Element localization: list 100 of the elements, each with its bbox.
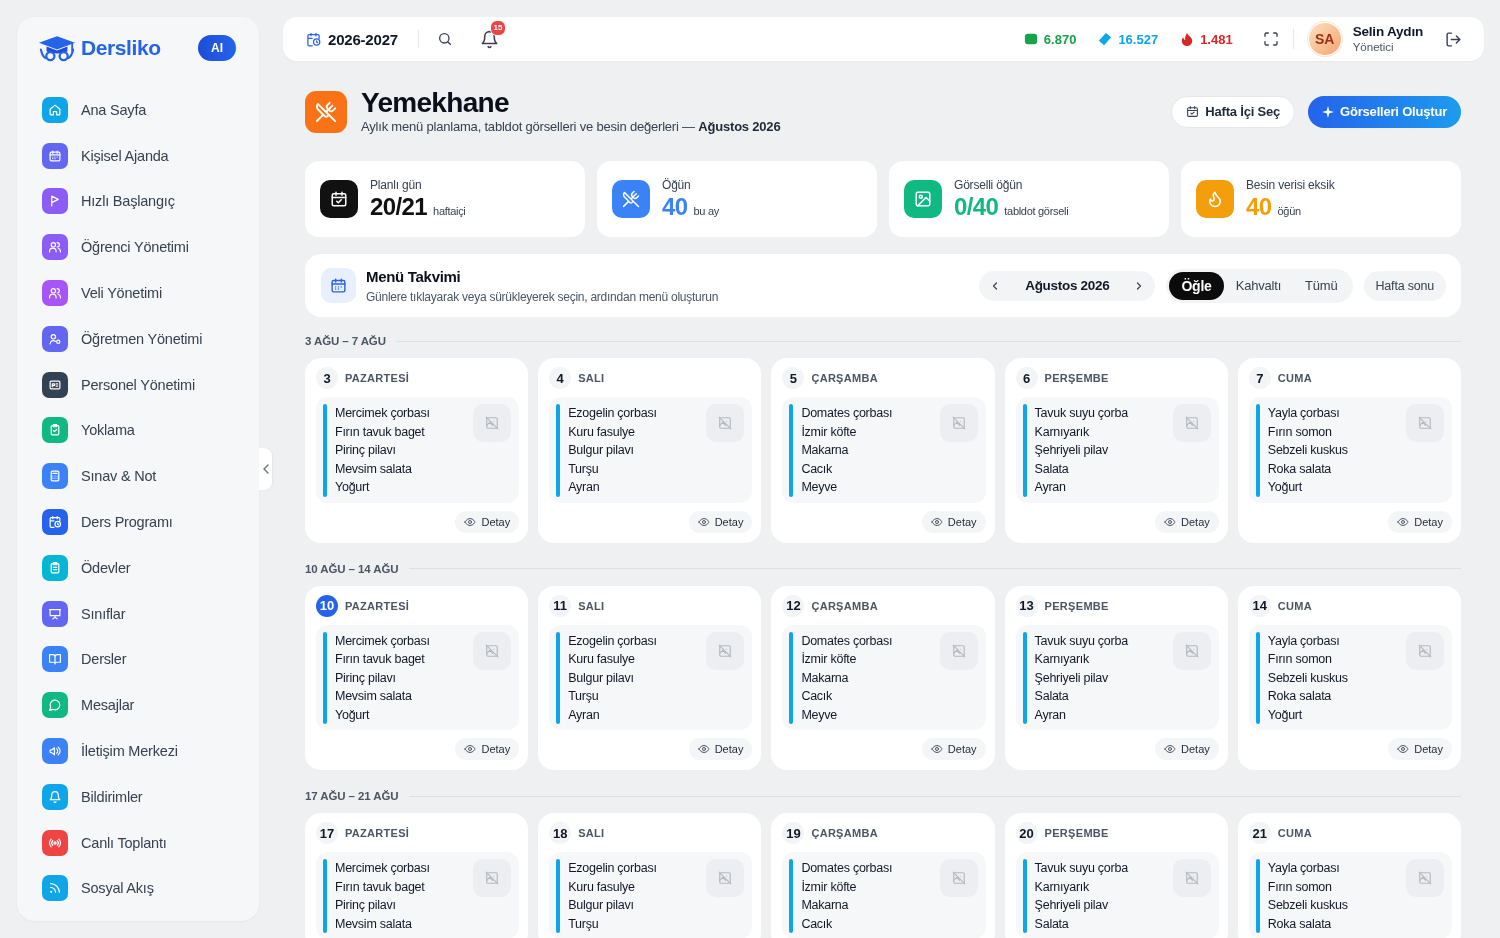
day-card[interactable]: 21 CUMA Yayla çorbası Fırın somon Sebzeli kuskus Roka salata — [1237, 813, 1461, 938]
nav-item[interactable]: Öğretmen Yönetimi — [27, 316, 249, 362]
day-number: 19 — [782, 822, 805, 844]
menu-item: Salata — [1034, 915, 1069, 933]
day-card[interactable]: 18 SALI Ezogelin çorbası Kuru fasulye Bulgur pilavı Turşu — [538, 813, 762, 938]
meal-tab[interactable]: Tümü — [1293, 271, 1350, 300]
nav-item[interactable]: Yoklama — [27, 407, 249, 454]
nav-item[interactable]: Veli Yönetimi — [27, 270, 249, 316]
day-number: 7 — [1248, 367, 1271, 389]
action-button[interactable]: Görselleri Oluştur — [1308, 95, 1461, 128]
eye-icon — [1164, 743, 1177, 755]
school-year-button[interactable]: 2026-2027 — [306, 30, 398, 48]
day-card[interactable]: 11 SALI Ezogelin çorbası Kuru fasulye Bulgur pilavı Turşu Ayran Detay — [538, 585, 762, 770]
nav-item[interactable]: Mesajlar — [27, 682, 249, 729]
day-card[interactable]: 19 ÇARŞAMBA Domates çorbası İzmir köfte Makarna Cacık — [771, 813, 995, 938]
day-name: CUMA — [1277, 599, 1312, 612]
eye-icon — [464, 743, 477, 755]
day-card[interactable]: 14 CUMA Yayla çorbası Fırın somon Sebzeli kuskus Roka salata Yoğurt Detay — [1237, 585, 1461, 770]
menu-item: Mevsim salata — [335, 460, 412, 478]
menu-item: Karnıyarık — [1034, 651, 1090, 668]
sparkle-icon — [1322, 105, 1335, 118]
nav-item[interactable]: Canlı Toplantı — [27, 819, 249, 866]
stat-value: 40 — [662, 193, 688, 220]
no-image-icon — [1406, 631, 1444, 670]
day-card[interactable]: 3 PAZARTESİ Mercimek çorbası Fırın tavuk baget Pirinç pilavı Mevsim salata Yoğurt Detay — [305, 358, 529, 543]
day-number: 12 — [782, 594, 805, 617]
nav-item[interactable]: Öğrenci Yönetimi — [27, 224, 249, 271]
notifications-button[interactable] — [479, 29, 499, 49]
nav-item[interactable]: Ödevler — [27, 544, 249, 591]
menu-item: Karnıyarık — [1034, 878, 1090, 896]
eye-icon — [930, 515, 943, 528]
stat-value: 0/40 — [954, 193, 999, 220]
menu-item: Pirinç pilavı — [335, 442, 396, 459]
detail-button[interactable]: Detay — [1155, 510, 1219, 533]
menu-item: Yoğurt — [335, 479, 370, 496]
ai-button[interactable]: AI — [198, 35, 236, 61]
nav-item[interactable]: Sınıflar — [27, 590, 249, 637]
menu-item: Tavuk suyu çorba — [1034, 860, 1128, 877]
menu-item: Cacık — [801, 460, 833, 478]
nav-item[interactable]: Sosyal Akış — [27, 865, 249, 912]
day-card[interactable]: 12 ÇARŞAMBA Domates çorbası İzmir köfte Makarna Cacık Meyve Detay — [771, 585, 995, 770]
nav-item[interactable]: Hızlı Başlangıç — [27, 178, 249, 225]
detail-button[interactable]: Detay — [688, 738, 753, 760]
nav-item[interactable]: Personel Yönetimi — [27, 361, 249, 408]
search-button[interactable] — [436, 31, 453, 47]
nav-item[interactable]: Kişisel Ajanda — [27, 132, 249, 179]
menu-item: Makarna — [801, 669, 849, 687]
day-card[interactable]: 5 ÇARŞAMBA Domates çorbası İzmir köfte Makarna Cacık Meyve Detay — [771, 358, 995, 543]
day-card[interactable]: 6 PERŞEMBE Tavuk suyu çorba Karnıyarık Şehriyeli pilav Salata Ayran Detay — [1004, 358, 1228, 543]
stat-unit: haftaiçi — [433, 205, 466, 217]
logout-button[interactable] — [1445, 30, 1462, 48]
nav-item[interactable]: Sınav & Not — [27, 453, 249, 500]
no-image-icon — [939, 404, 978, 442]
week-range-label: 10 AĞU – 14 AĞU — [305, 562, 399, 575]
nav-item[interactable]: Ana Sayfa — [27, 87, 249, 133]
detail-button[interactable]: Detay — [921, 510, 986, 533]
day-card[interactable]: 13 PERŞEMBE Tavuk suyu çorba Karnıyarık Şehriyeli pilav Salata Ayran Detay — [1004, 585, 1228, 770]
fullscreen-button[interactable] — [1262, 31, 1279, 47]
calendar-icon — [321, 268, 356, 303]
day-card[interactable]: 7 CUMA Yayla çorbası Fırın somon Sebzeli kuskus Roka salata Yoğurt Detay — [1237, 358, 1461, 543]
bell-icon — [479, 29, 499, 49]
no-image-icon — [473, 404, 512, 442]
nav-item[interactable]: Dersler — [27, 636, 249, 683]
day-card[interactable]: 17 PAZARTESİ Mercimek çorbası Fırın tavuk baget Pirinç pilavı Mevsim salata — [305, 813, 529, 938]
action-button[interactable]: Hafta İçi Seç — [1171, 95, 1296, 128]
menu-item: Makarna — [801, 442, 849, 459]
menu-item: Mevsim salata — [335, 688, 412, 705]
meal-tab[interactable]: Öğle — [1169, 271, 1224, 300]
detail-button[interactable]: Detay — [1388, 738, 1452, 760]
day-number: 13 — [1015, 594, 1038, 617]
weekend-toggle[interactable]: Hafta sonu — [1363, 270, 1446, 301]
day-number: 11 — [549, 594, 572, 617]
stat-label: Öğün — [662, 178, 691, 193]
menu-item: Domates çorbası — [801, 405, 893, 422]
menu-item: Ayran — [1034, 479, 1066, 496]
nav-item[interactable]: Bildirimler — [27, 773, 249, 820]
nav-item[interactable]: İletişim Merkezi — [27, 728, 249, 774]
menu-item: Fırın tavuk baget — [335, 878, 425, 896]
user-avatar[interactable]: SA — [1307, 22, 1342, 56]
day-card[interactable]: 10 PAZARTESİ Mercimek çorbası Fırın tavuk baget Pirinç pilavı Mevsim salata Yoğurt Detay — [305, 585, 529, 770]
user-role: Yönetici — [1352, 40, 1395, 55]
meal-tab[interactable]: Kahvaltı — [1223, 271, 1294, 300]
detail-button[interactable]: Detay — [688, 510, 753, 533]
stat-value: 40 — [1246, 193, 1272, 220]
nav-item[interactable]: Ders Programı — [27, 499, 249, 545]
menu-item: Cacık — [801, 688, 833, 705]
day-number: 10 — [316, 594, 338, 617]
detail-button[interactable]: Detay — [455, 738, 520, 760]
menu-item: Yayla çorbası — [1267, 632, 1340, 650]
menu-item: Kuru fasulye — [568, 423, 635, 441]
detail-button[interactable]: Detay — [1388, 510, 1452, 533]
day-card[interactable]: 4 SALI Ezogelin çorbası Kuru fasulye Bulgur pilavı Turşu Ayran Detay — [538, 358, 762, 543]
detail-button[interactable]: Detay — [921, 738, 986, 760]
brand-name: Dersliko — [81, 36, 161, 60]
eye-icon — [464, 515, 477, 528]
day-card[interactable]: 20 PERŞEMBE Tavuk suyu çorba Karnıyarık Şehriyeli pilav Salata — [1004, 813, 1228, 938]
menu-item: Bulgur pilavı — [568, 897, 634, 914]
detail-button[interactable]: Detay — [1155, 738, 1219, 760]
detail-button[interactable]: Detay — [455, 510, 520, 533]
menu-item: Mercimek çorbası — [335, 860, 430, 877]
